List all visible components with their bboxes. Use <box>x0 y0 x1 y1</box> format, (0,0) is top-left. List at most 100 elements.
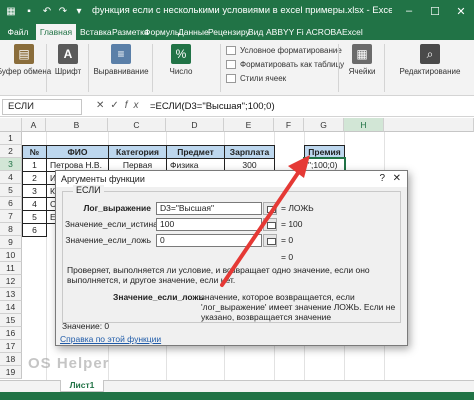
alignment-group[interactable]: ≡ Выравнивание <box>92 44 150 92</box>
collapse-dialog-button[interactable] <box>263 202 277 215</box>
formula-input[interactable]: =ЕСЛИ(D3="Высшая";100;0) <box>150 101 275 112</box>
ribbon-tabs: Файл Главная Вставка Разметка Формулы Да… <box>0 22 474 40</box>
cells-group[interactable]: ▦ Ячейки <box>344 44 380 92</box>
number-group[interactable]: % Число <box>156 44 206 92</box>
sheet-tab-1[interactable]: Лист1 <box>60 380 104 392</box>
clipboard-group[interactable]: ▤ Буфер обмена <box>0 44 51 92</box>
column-header-f[interactable]: F <box>274 118 304 132</box>
row-header-15[interactable]: 15 <box>0 314 22 327</box>
row-header-18[interactable]: 18 <box>0 353 22 366</box>
tab-abbyy[interactable]: ABBYY Fi <box>266 24 304 40</box>
dialog-title[interactable]: Аргументы функции <box>56 171 407 187</box>
format-table-icon <box>226 59 236 69</box>
name-box[interactable]: ЕСЛИ <box>2 99 82 115</box>
cell-styles-icon <box>226 73 236 83</box>
row-header-19[interactable]: 19 <box>0 366 22 379</box>
function-help-link[interactable]: Справка по этой функции <box>60 334 161 344</box>
undo-icon[interactable]: ↶ <box>40 4 54 18</box>
number-label: Число <box>169 67 193 76</box>
tab-home[interactable]: Главная <box>36 24 76 40</box>
font-group[interactable]: A Шрифт <box>50 44 86 92</box>
table-cell[interactable]: 2 <box>22 171 47 185</box>
collapse-dialog-button[interactable] <box>263 234 277 247</box>
format-table-button[interactable]: Форматировать как таблицу <box>226 58 344 70</box>
table-cell[interactable]: 6 <box>22 223 47 237</box>
row-header-16[interactable]: 16 <box>0 327 22 340</box>
customize-qat-icon[interactable]: ▾ <box>72 4 86 18</box>
logical-test-input[interactable]: D3="Высшая" <box>156 202 262 215</box>
arg-description-name: Значение_если_ложь <box>113 292 204 302</box>
redo-icon[interactable]: ↷ <box>56 4 70 18</box>
dialog-close-button[interactable]: ✕ <box>393 171 401 187</box>
cond-format-button[interactable]: Условное форматирование <box>226 44 342 56</box>
row-header-13[interactable]: 13 <box>0 288 22 301</box>
row-header-8[interactable]: 8 <box>0 223 22 236</box>
tab-view[interactable]: Вид <box>248 24 263 40</box>
column-header-a[interactable]: A <box>22 118 46 132</box>
maximize-button[interactable]: ☐ <box>422 0 448 22</box>
tab-insert[interactable]: Вставка <box>80 24 112 40</box>
row-header-6[interactable]: 6 <box>0 197 22 210</box>
tab-excel[interactable]: Excel <box>342 24 363 40</box>
row-header-9[interactable]: 9 <box>0 236 22 249</box>
close-button[interactable]: ✕ <box>448 0 474 22</box>
minimize-button[interactable]: – <box>396 0 422 22</box>
row-header-4[interactable]: 4 <box>0 171 22 184</box>
cells-label: Ячейки <box>348 67 376 76</box>
table-header-num[interactable]: № <box>22 145 47 159</box>
table-cell[interactable]: 1 <box>22 158 47 172</box>
sheet-tabs-bar: Лист1 <box>0 380 474 392</box>
table-header-category[interactable]: Категория <box>108 145 167 159</box>
cell-styles-label: Стили ячеек <box>240 73 287 83</box>
value-if-true-result: = 100 <box>281 219 303 229</box>
tab-file[interactable]: Файл <box>2 24 34 40</box>
value-if-true-input[interactable]: 100 <box>156 218 262 231</box>
ribbon-divider <box>338 44 339 92</box>
row-header-2[interactable]: 2 <box>0 145 22 158</box>
column-header-e[interactable]: E <box>224 118 274 132</box>
tab-data[interactable]: Данные <box>178 24 209 40</box>
logical-test-result: = ЛОЖЬ <box>281 203 314 213</box>
row-header-3[interactable]: 3 <box>0 158 22 171</box>
formula-result: = 0 <box>281 252 294 262</box>
tab-acrobat[interactable]: ACROBA <box>306 24 342 40</box>
help-icon[interactable]: ? <box>379 171 385 187</box>
formula-bar: ЕСЛИ ✕✓fx =ЕСЛИ(D3="Высшая";100;0) <box>0 97 474 117</box>
row-header-5[interactable]: 5 <box>0 184 22 197</box>
table-header-subject[interactable]: Предмет <box>166 145 225 159</box>
column-header-g[interactable]: G <box>304 118 344 132</box>
column-header-d[interactable]: D <box>166 118 224 132</box>
row-header-10[interactable]: 10 <box>0 249 22 262</box>
table-header-salary[interactable]: Зарплата <box>224 145 275 159</box>
tab-formulas[interactable]: Формулы <box>144 24 181 40</box>
watermark: OS Helper <box>28 355 110 372</box>
column-header-empty[interactable] <box>384 118 474 132</box>
ribbon-divider <box>88 44 89 92</box>
alignment-icon: ≡ <box>111 44 131 64</box>
row-header-7[interactable]: 7 <box>0 210 22 223</box>
tab-review[interactable]: Рецензиру <box>208 24 250 40</box>
ribbon: ▤ Буфер обмена A Шрифт ≡ Выравнивание % … <box>0 40 474 96</box>
editing-group[interactable]: ⌕ Редактирование <box>390 44 470 92</box>
row-header-11[interactable]: 11 <box>0 262 22 275</box>
value-if-false-input[interactable]: 0 <box>156 234 262 247</box>
ribbon-divider <box>384 44 385 92</box>
formula-buttons-icon[interactable]: ✕✓fx <box>96 100 145 111</box>
alignment-label: Выравнивание <box>93 67 149 76</box>
column-header-h[interactable]: H <box>344 118 384 132</box>
row-header-14[interactable]: 14 <box>0 301 22 314</box>
row-header-12[interactable]: 12 <box>0 275 22 288</box>
table-cell[interactable]: 5 <box>22 210 47 224</box>
row-header-1[interactable]: 1 <box>0 132 22 145</box>
cell-styles-button[interactable]: Стили ячеек <box>226 72 286 84</box>
table-cell[interactable]: 4 <box>22 197 47 211</box>
select-all-corner[interactable] <box>0 118 22 132</box>
table-header-fio[interactable]: ФИО <box>46 145 109 159</box>
collapse-dialog-button[interactable] <box>263 218 277 231</box>
table-cell[interactable]: 3 <box>22 184 47 198</box>
row-header-17[interactable]: 17 <box>0 340 22 353</box>
save-icon[interactable]: ▪ <box>22 4 36 18</box>
column-header-c[interactable]: C <box>108 118 166 132</box>
arg-description-text: значение, которое возвращается, если 'ло… <box>201 292 396 322</box>
column-header-b[interactable]: B <box>46 118 108 132</box>
